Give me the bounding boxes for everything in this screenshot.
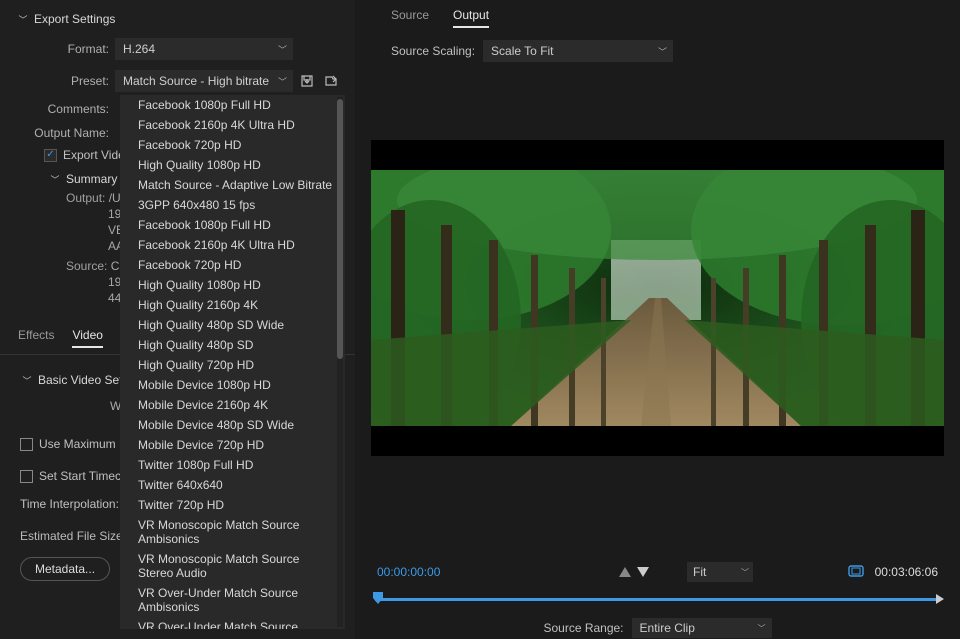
format-value: H.264 bbox=[123, 42, 155, 56]
set-start-tc-checkbox[interactable] bbox=[20, 470, 33, 483]
source-range-label: Source Range: bbox=[543, 621, 623, 635]
preset-select[interactable]: Match Source - High bitrate ﹀ bbox=[115, 70, 293, 92]
est-size-label: Estimated File Size: bbox=[20, 529, 126, 543]
in-out-markers[interactable] bbox=[619, 567, 649, 577]
preset-option[interactable]: High Quality 480p SD bbox=[120, 335, 345, 355]
preset-option[interactable]: High Quality 1080p HD bbox=[120, 275, 345, 295]
transport-bar: 00:00:00:00 Fit ﹀ 00:03:06:06 Source Ran… bbox=[371, 560, 944, 630]
metadata-button[interactable]: Metadata... bbox=[20, 557, 110, 581]
source-scaling-select[interactable]: Scale To Fit ﹀ bbox=[483, 40, 673, 62]
preset-option[interactable]: Match Source - Adaptive Low Bitrate bbox=[120, 175, 345, 195]
zoom-fit-value: Fit bbox=[693, 565, 706, 579]
source-range-select[interactable]: Entire Clip ﹀ bbox=[632, 618, 772, 638]
preview-panel: Source Output Source Scaling: Scale To F… bbox=[355, 0, 960, 639]
dropdown-scrollbar[interactable] bbox=[337, 97, 343, 627]
chevron-down-icon: ﹀ bbox=[278, 43, 287, 56]
safe-margins-icon[interactable] bbox=[848, 565, 864, 580]
timeline[interactable] bbox=[371, 592, 944, 606]
preset-option[interactable]: Mobile Device 2160p 4K bbox=[120, 395, 345, 415]
preset-option[interactable]: Facebook 1080p Full HD bbox=[120, 95, 345, 115]
chevron-down-icon: ﹀ bbox=[741, 567, 749, 578]
preset-option[interactable]: 3GPP 640x480 15 fps bbox=[120, 195, 345, 215]
source-prefix: Source: bbox=[66, 259, 107, 273]
preset-option[interactable]: Facebook 1080p Full HD bbox=[120, 215, 345, 235]
preset-value: Match Source - High bitrate bbox=[123, 74, 269, 88]
output-name-label: Output Name: bbox=[0, 126, 115, 140]
output-prefix: Output: bbox=[66, 191, 105, 205]
timecode-duration: 00:03:06:06 bbox=[875, 565, 938, 579]
tab-output[interactable]: Output bbox=[453, 8, 489, 28]
preset-option[interactable]: Mobile Device 720p HD bbox=[120, 435, 345, 455]
save-preset-icon[interactable] bbox=[297, 71, 317, 91]
comments-label: Comments: bbox=[0, 102, 115, 116]
use-max-render-checkbox[interactable] bbox=[20, 438, 33, 451]
preset-option[interactable]: VR Over-Under Match Source Ambisonics bbox=[120, 583, 345, 617]
preset-option[interactable]: Twitter 640x640 bbox=[120, 475, 345, 495]
zoom-fit-select[interactable]: Fit ﹀ bbox=[687, 562, 753, 582]
timecode-current[interactable]: 00:00:00:00 bbox=[371, 565, 571, 579]
preset-option[interactable]: Twitter 1080p Full HD bbox=[120, 455, 345, 475]
export-settings-header[interactable]: ﹀ Export Settings bbox=[0, 8, 355, 30]
format-select[interactable]: H.264 ﹀ bbox=[115, 38, 293, 60]
summary-title: Summary bbox=[66, 172, 117, 186]
source-scaling-value: Scale To Fit bbox=[491, 44, 553, 58]
preset-option[interactable]: Mobile Device 1080p HD bbox=[120, 375, 345, 395]
preset-option[interactable]: VR Monoscopic Match Source Stereo Audio bbox=[120, 549, 345, 583]
chevron-down-icon: ﹀ bbox=[658, 45, 667, 58]
preset-option[interactable]: Facebook 2160p 4K Ultra HD bbox=[120, 235, 345, 255]
preset-option[interactable]: Facebook 2160p 4K Ultra HD bbox=[120, 115, 345, 135]
preset-option[interactable]: VR Over-Under Match Source Stereo Audio bbox=[120, 617, 345, 629]
preset-option[interactable]: Twitter 720p HD bbox=[120, 495, 345, 515]
export-settings-title: Export Settings bbox=[34, 12, 115, 26]
preset-option[interactable]: High Quality 1080p HD bbox=[120, 155, 345, 175]
chevron-down-icon: ﹀ bbox=[22, 374, 32, 387]
out-point-icon[interactable] bbox=[936, 594, 944, 604]
preset-option[interactable]: Mobile Device 480p SD Wide bbox=[120, 415, 345, 435]
preset-option[interactable]: High Quality 480p SD Wide bbox=[120, 315, 345, 335]
preset-dropdown: Facebook 1080p Full HDFacebook 2160p 4K … bbox=[120, 95, 345, 629]
import-preset-icon[interactable] bbox=[321, 71, 341, 91]
tab-video[interactable]: Video bbox=[72, 328, 102, 348]
preset-option[interactable]: High Quality 720p HD bbox=[120, 355, 345, 375]
preview-tabs: Source Output bbox=[355, 0, 960, 32]
export-video-checkbox[interactable] bbox=[44, 149, 57, 162]
chevron-down-icon: ﹀ bbox=[50, 173, 60, 186]
source-scaling-label: Source Scaling: bbox=[391, 44, 475, 58]
chevron-down-icon: ﹀ bbox=[278, 75, 287, 88]
preset-option[interactable]: Facebook 720p HD bbox=[120, 135, 345, 155]
timeline-track[interactable] bbox=[375, 598, 940, 601]
preset-option[interactable]: VR Monoscopic Match Source Ambisonics bbox=[120, 515, 345, 549]
preset-option[interactable]: High Quality 2160p 4K bbox=[120, 295, 345, 315]
preset-label: Preset: bbox=[0, 74, 115, 88]
preview-frame bbox=[371, 170, 944, 426]
scrollbar-thumb[interactable] bbox=[337, 99, 343, 359]
source-range-value: Entire Clip bbox=[640, 621, 695, 635]
preset-option[interactable]: Facebook 720p HD bbox=[120, 255, 345, 275]
tab-effects[interactable]: Effects bbox=[18, 328, 54, 348]
time-interp-label: Time Interpolation: bbox=[20, 497, 119, 511]
basic-video-title: Basic Video Setti bbox=[38, 373, 129, 387]
chevron-down-icon: ﹀ bbox=[18, 13, 28, 26]
video-preview bbox=[371, 140, 944, 456]
format-label: Format: bbox=[0, 42, 115, 56]
chevron-down-icon: ﹀ bbox=[758, 623, 766, 634]
tab-source[interactable]: Source bbox=[391, 8, 429, 28]
playhead[interactable] bbox=[373, 592, 383, 602]
